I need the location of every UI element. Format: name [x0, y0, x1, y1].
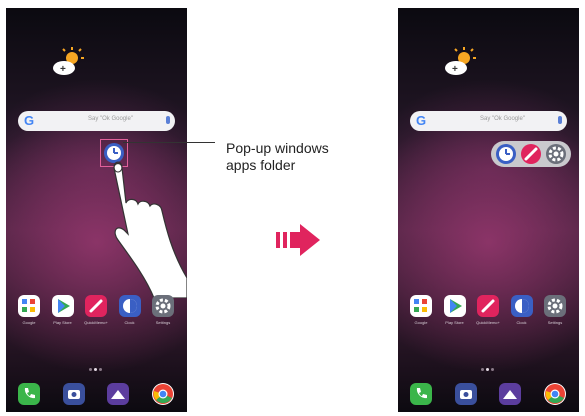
gallery-icon: [499, 383, 522, 405]
search-hint: Say "Ok Google": [88, 116, 133, 122]
app-settings[interactable]: Settings: [150, 295, 176, 326]
quickmemo-icon: [477, 295, 499, 317]
app-play-store[interactable]: Play Store: [50, 295, 76, 326]
chrome-icon: [543, 383, 566, 405]
apps-row: Google Play Store QuickMemo+ Clock Setti…: [408, 295, 568, 326]
play-store-icon: [51, 295, 74, 317]
app-google[interactable]: Google: [408, 295, 434, 326]
callout-line2: apps folder: [226, 157, 296, 173]
app-label: Google: [414, 320, 428, 325]
app-play-store[interactable]: Play Store: [442, 295, 468, 326]
google-folder-icon: [410, 295, 432, 317]
gallery-icon: [107, 383, 130, 405]
dock-phone[interactable]: [408, 383, 434, 405]
home-screen-before: + G Say "Ok Google" Google Play Store Qu…: [6, 8, 187, 412]
clock-icon: [510, 295, 533, 317]
quickmemo-icon: [85, 295, 107, 317]
clock-icon: [118, 295, 141, 317]
app-label: Play Store: [53, 320, 72, 325]
app-label: Clock: [516, 320, 527, 325]
callout-line: [123, 142, 215, 143]
app-label: Play Store: [445, 320, 464, 325]
callout-line1: Pop-up windows: [226, 140, 329, 156]
google-folder-icon: [18, 295, 40, 317]
google-search-bar[interactable]: G Say "Ok Google": [18, 111, 175, 131]
app-label: QuickMemo+: [84, 320, 108, 325]
app-quickmemo[interactable]: QuickMemo+: [475, 295, 501, 326]
app-label: Settings: [155, 320, 171, 325]
search-hint: Say "Ok Google": [480, 116, 525, 122]
callout-label: Pop-up windows apps folder: [226, 140, 329, 174]
google-g-icon: G: [24, 113, 35, 128]
page-indicator: [480, 358, 500, 371]
settings-gear-icon: [544, 295, 566, 317]
app-label: Google: [22, 320, 36, 325]
dock: [408, 383, 568, 405]
quickmemo-icon[interactable]: [520, 143, 542, 165]
hand-pointer-icon: [113, 161, 187, 298]
dock-phone[interactable]: [16, 383, 42, 405]
dock-gallery[interactable]: [105, 383, 131, 405]
dock-chrome[interactable]: [542, 383, 568, 405]
transition-arrow-icon: [276, 224, 320, 256]
clock-icon[interactable]: [495, 143, 517, 165]
dock-gallery[interactable]: [497, 383, 523, 405]
dock-chrome[interactable]: [150, 383, 176, 405]
svg-text:+: +: [60, 64, 66, 75]
camera-icon: [62, 383, 85, 405]
svg-text:+: +: [452, 64, 458, 75]
phone-icon: [410, 383, 432, 405]
apps-row: Google Play Store QuickMemo+ Clock Setti…: [16, 295, 176, 326]
settings-gear-icon: [152, 295, 174, 317]
app-clock[interactable]: Clock: [509, 295, 535, 326]
app-clock[interactable]: Clock: [117, 295, 143, 326]
phone-icon: [18, 383, 40, 405]
play-store-icon: [443, 295, 466, 317]
weather-icon[interactable]: +: [442, 46, 476, 80]
app-label: Settings: [547, 320, 563, 325]
home-screen-after: + G Say "Ok Google" Google Play Store Qu…: [398, 8, 579, 412]
weather-icon[interactable]: +: [50, 46, 84, 80]
app-settings[interactable]: Settings: [542, 295, 568, 326]
dock-camera[interactable]: [453, 383, 479, 405]
google-g-icon: G: [416, 113, 427, 128]
page-indicator: [88, 358, 108, 371]
google-search-bar[interactable]: G Say "Ok Google": [410, 111, 567, 131]
mic-icon[interactable]: [166, 116, 170, 124]
app-google[interactable]: Google: [16, 295, 42, 326]
app-quickmemo[interactable]: QuickMemo+: [83, 295, 109, 326]
popup-windows-folder-expanded[interactable]: [491, 141, 571, 167]
dock-camera[interactable]: [61, 383, 87, 405]
chrome-icon: [151, 383, 174, 405]
settings-gear-icon[interactable]: [545, 143, 567, 165]
mic-icon[interactable]: [558, 116, 562, 124]
camera-icon: [454, 383, 477, 405]
app-label: QuickMemo+: [476, 320, 500, 325]
dock: [16, 383, 176, 405]
app-label: Clock: [124, 320, 135, 325]
